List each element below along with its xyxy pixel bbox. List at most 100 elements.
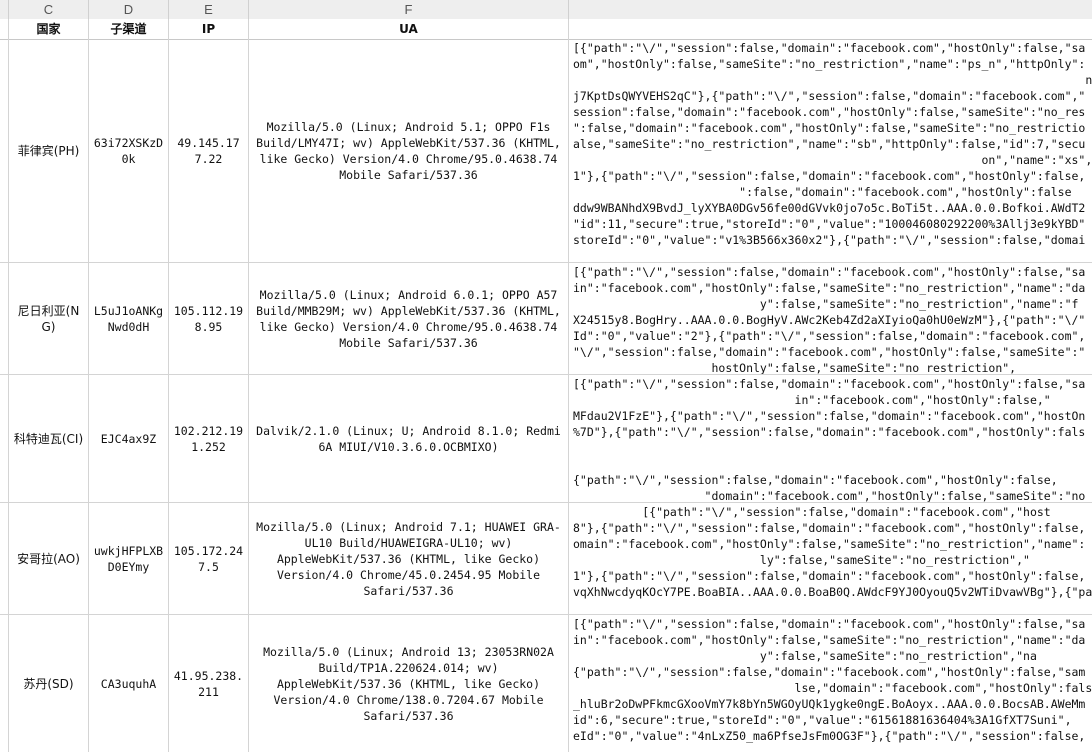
ua-cell[interactable]: Mozilla/5.0 (Linux; Android 6.0.1; OPPO … xyxy=(249,263,569,374)
ip-text: 41.95.238.211 xyxy=(173,668,244,699)
spreadsheet: C D E F 国家 子渠道 IP UA 菲律宾(PH) 63i72XSKzD0… xyxy=(0,0,1092,752)
header-sub-channel[interactable]: 子渠道 xyxy=(89,19,169,39)
ip-cell[interactable]: 41.95.238.211 xyxy=(169,615,249,752)
cookie-line: vqXhNwcdyqKOcY7PE.BoaBIA..AAA.0.0.BoaB0Q… xyxy=(573,585,1092,599)
cookie-line: Id":"0","value":"2"},{"path":"\/","sessi… xyxy=(573,329,1086,343)
cookie-line: "id":11,"secure":true,"storeId":"0","val… xyxy=(573,217,1086,231)
ip-text: 49.145.177.22 xyxy=(177,135,240,166)
cookie-cell[interactable]: [{"path":"\/","session":false,"domain":"… xyxy=(569,263,1092,374)
row-number-corner[interactable] xyxy=(0,0,9,19)
cookie-line: in":"facebook.com","hostOnly":false,"sam… xyxy=(573,281,1086,295)
country-cell[interactable]: 安哥拉(AO) xyxy=(9,503,89,614)
cookie-line: y":false,"sameSite":"no_restriction","na xyxy=(573,649,1037,663)
ua-cell[interactable]: Mozilla/5.0 (Linux; Android 5.1; OPPO F1… xyxy=(249,39,569,262)
column-letter-header: C D E F xyxy=(0,0,1092,20)
channel-text: 63i72XSKzD0k xyxy=(93,135,164,166)
channel-cell[interactable]: EJC4ax9Z xyxy=(89,375,169,502)
cookie-line: [{"path":"\/","session":false,"domain":"… xyxy=(573,505,1051,519)
country-cell[interactable]: 尼日利亚(NG) xyxy=(9,263,89,374)
cookie-line xyxy=(573,456,1092,472)
ip-cell[interactable]: 105.112.198.95 xyxy=(169,263,249,374)
column-letter-g[interactable] xyxy=(569,0,1092,19)
header-cell-b[interactable] xyxy=(0,19,9,39)
cookie-cell[interactable]: [{"path":"\/","session":false,"domain":"… xyxy=(569,503,1092,614)
country-cell[interactable]: 苏丹(SD) xyxy=(9,615,89,752)
cookie-line: 1"},{"path":"\/","session":false,"domain… xyxy=(573,569,1086,583)
cookie-cell[interactable]: [{"path":"\/","session":false,"domain":"… xyxy=(569,615,1092,752)
cookie-line: %7D"},{"path":"\/","session":false,"doma… xyxy=(573,425,1086,439)
cookie-line: 1"},{"path":"\/","session":false,"domain… xyxy=(573,169,1086,183)
channel-text: EJC4ax9Z xyxy=(100,431,157,446)
column-letter-c[interactable]: C xyxy=(9,0,89,19)
cookie-line: "domain":"facebook.com","hostOnly":false… xyxy=(573,489,1092,502)
channel-text: CA3uquhA xyxy=(100,676,157,691)
cookie-line: [{"path":"\/","session":false,"domain":"… xyxy=(573,265,1086,279)
cookie-line: y":false,"sameSite":"no_restriction","na… xyxy=(573,297,1079,311)
cookie-line: ddw9WBANhdX9BvdJ_lyXYBA0DGv56fe00dGVvk0j… xyxy=(573,201,1086,215)
column-letter-f[interactable]: F xyxy=(249,0,569,19)
ip-cell[interactable]: 105.172.247.5 xyxy=(169,503,249,614)
cookie-line: MFdau2V1FzE"},{"path":"\/","session":fal… xyxy=(573,409,1086,423)
table-row: 尼日利亚(NG) L5uJ1oANKgNwd0dH 105.112.198.95… xyxy=(0,263,1092,375)
table-row: 菲律宾(PH) 63i72XSKzD0k 49.145.177.22 Mozil… xyxy=(0,39,1092,263)
cookie-line: ":false,"domain":"facebook.com","hostOnl… xyxy=(573,185,1072,199)
channel-cell[interactable]: CA3uquhA xyxy=(89,615,169,752)
channel-text: uwkjHFPLXBD0EYmy xyxy=(93,543,164,574)
ua-text: Mozilla/5.0 (Linux; Android 5.1; OPPO F1… xyxy=(256,119,561,182)
ua-text: Mozilla/5.0 (Linux; Android 13; 23053RN0… xyxy=(263,644,554,723)
cookie-cell[interactable]: [{"path":"\/","session":false,"domain":"… xyxy=(569,375,1092,502)
cookie-line: omain":"facebook.com","hostOnly":false,"… xyxy=(573,537,1086,551)
channel-cell[interactable]: uwkjHFPLXBD0EYmy xyxy=(89,503,169,614)
country-cell[interactable]: 科特迪瓦(CI) xyxy=(9,375,89,502)
header-row: 国家 子渠道 IP UA xyxy=(0,19,1092,40)
cookie-line: on","name":"xs","http xyxy=(573,153,1092,167)
cookie-line: [{"path":"\/","session":false,"domain":"… xyxy=(573,41,1086,55)
cookie-line: X24515y8.BogHry..AAA.0.0.BogHyV.AWc2Keb4… xyxy=(573,313,1086,327)
cookie-line: alse,"sameSite":"no_restriction","name":… xyxy=(573,137,1086,151)
table-row: 苏丹(SD) CA3uquhA 41.95.238.211 Mozilla/5.… xyxy=(0,615,1092,752)
cookie-line: lse,"domain":"facebook.com","hostOnly":f… xyxy=(573,681,1092,695)
ip-text: 105.172.247.5 xyxy=(173,543,244,574)
cookie-line: session":false,"domain":"facebook.com","… xyxy=(573,105,1086,119)
cookie-line: id":6,"secure":true,"storeId":"0","value… xyxy=(573,713,1072,727)
channel-cell[interactable]: L5uJ1oANKgNwd0dH xyxy=(89,263,169,374)
cookie-line: om","hostOnly":false,"sameSite":"no_rest… xyxy=(573,57,1086,71)
country-text: 菲律宾(PH) xyxy=(17,143,80,158)
cookie-line: {"path":"\/","session":false,"domain":"f… xyxy=(573,665,1086,679)
cookie-line: {"path":"\/","session":false,"domain":"f… xyxy=(573,473,1058,487)
header-country[interactable]: 国家 xyxy=(9,19,89,39)
header-cookie[interactable] xyxy=(569,19,1092,39)
ua-text: Mozilla/5.0 (Linux; Android 7.1; HUAWEI … xyxy=(256,519,561,598)
header-ua[interactable]: UA xyxy=(249,19,569,39)
table-row: 科特迪瓦(CI) EJC4ax9Z 102.212.191.252 Dalvik… xyxy=(0,375,1092,503)
cookie-line: hostOnly":false,"sameSite":"no_restricti… xyxy=(573,361,1017,374)
cookie-cell[interactable]: [{"path":"\/","session":false,"domain":"… xyxy=(569,39,1092,262)
channel-text: L5uJ1oANKgNwd0dH xyxy=(93,303,164,334)
ua-text: Dalvik/2.1.0 (Linux; U; Android 8.1.0; R… xyxy=(256,423,561,454)
cookie-line: _hluBr2oDwPFkmcGXooVmY7k8bYn5WGOyUQk1ygk… xyxy=(573,697,1086,711)
ua-cell[interactable]: Mozilla/5.0 (Linux; Android 13; 23053RN0… xyxy=(249,615,569,752)
ua-text: Mozilla/5.0 (Linux; Android 6.0.1; OPPO … xyxy=(256,287,561,350)
cookie-line: eId":"0","value":"4nLxZ50_ma6PfseJsFm0OG… xyxy=(573,729,1086,743)
ip-text: 102.212.191.252 xyxy=(173,423,244,454)
country-text: 苏丹(SD) xyxy=(23,676,74,691)
table-row: 安哥拉(AO) uwkjHFPLXBD0EYmy 105.172.247.5 M… xyxy=(0,503,1092,615)
cookie-line: "\/","session":false,"domain":"facebook.… xyxy=(573,345,1086,359)
cookie-line: n xyxy=(573,73,1092,87)
column-letter-d[interactable]: D xyxy=(89,0,169,19)
column-letter-e[interactable]: E xyxy=(169,0,249,19)
country-cell[interactable]: 菲律宾(PH) xyxy=(9,39,89,262)
cookie-line: ":false,"domain":"facebook.com","hostOnl… xyxy=(573,121,1086,135)
country-text: 安哥拉(AO) xyxy=(17,551,80,566)
channel-cell[interactable]: 63i72XSKzD0k xyxy=(89,39,169,262)
header-ip[interactable]: IP xyxy=(169,19,249,39)
ua-cell[interactable]: Dalvik/2.1.0 (Linux; U; Android 8.1.0; R… xyxy=(249,375,569,502)
cookie-line: in":"facebook.com","hostOnly":false,"sam… xyxy=(573,633,1086,647)
cookie-line: in":"facebook.com","hostOnly":false," xyxy=(573,393,1051,407)
cookie-line: [{"path":"\/","session":false,"domain":"… xyxy=(573,617,1086,631)
cookie-line: storeId":"0","value":"v1%3B566x360x2"},{… xyxy=(573,233,1086,247)
ip-cell[interactable]: 49.145.177.22 xyxy=(169,39,249,262)
ip-cell[interactable]: 102.212.191.252 xyxy=(169,375,249,502)
ua-cell[interactable]: Mozilla/5.0 (Linux; Android 7.1; HUAWEI … xyxy=(249,503,569,614)
ip-text: 105.112.198.95 xyxy=(173,303,244,334)
